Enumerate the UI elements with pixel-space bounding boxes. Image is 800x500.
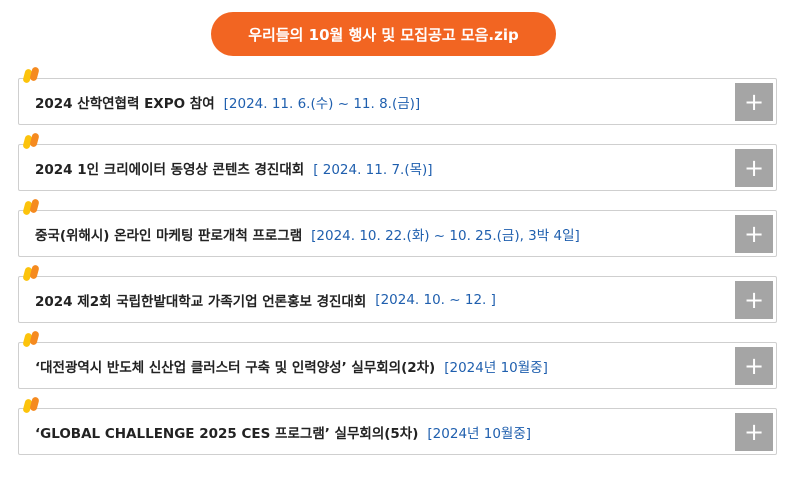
item-text: 2024 제2회 국립한밭대학교 가족기업 언론홍보 경진대회 [2024. 1… xyxy=(35,277,716,322)
item-date: [2024. 10. 22.(화) ~ 10. 25.(금), 3박 4일] xyxy=(311,227,580,244)
list-item[interactable]: 2024 산학연협력 EXPO 참여 [2024. 11. 6.(수) ~ 11… xyxy=(18,67,777,125)
list-item[interactable]: ‘GLOBAL CHALLENGE 2025 CES 프로그램’ 실무회의(5차… xyxy=(18,397,777,455)
announcement-list: 2024 산학연협력 EXPO 참여 [2024. 11. 6.(수) ~ 11… xyxy=(18,67,777,474)
item-title: 중국(위해시) 온라인 마케팅 판로개척 프로그램 xyxy=(35,227,303,244)
item-text: ‘대전광역시 반도체 신산업 클러스터 구축 및 인력양성’ 실무회의(2차) … xyxy=(35,343,716,388)
expand-button[interactable]: + xyxy=(735,281,773,319)
item-date: [2024. 11. 6.(수) ~ 11. 8.(금)] xyxy=(223,95,421,112)
item-date: [2024. 10. ~ 12. ] xyxy=(375,291,496,308)
expand-button[interactable]: + xyxy=(735,83,773,121)
expand-button[interactable]: + xyxy=(735,413,773,451)
item-date: [ 2024. 11. 7.(목)] xyxy=(313,161,433,178)
plus-icon: + xyxy=(743,286,765,314)
list-item[interactable]: ‘대전광역시 반도체 신산업 클러스터 구축 및 인력양성’ 실무회의(2차) … xyxy=(18,331,777,389)
expand-button[interactable]: + xyxy=(735,215,773,253)
item-text: 중국(위해시) 온라인 마케팅 판로개척 프로그램 [2024. 10. 22.… xyxy=(35,211,716,256)
list-item[interactable]: 중국(위해시) 온라인 마케팅 판로개척 프로그램 [2024. 10. 22.… xyxy=(18,199,777,257)
item-date: [2024년 10월중] xyxy=(427,425,532,442)
plus-icon: + xyxy=(743,352,765,380)
item-text: 2024 산학연협력 EXPO 참여 [2024. 11. 6.(수) ~ 11… xyxy=(35,79,716,124)
plus-icon: + xyxy=(743,220,765,248)
plus-icon: + xyxy=(743,88,765,116)
item-title: ‘GLOBAL CHALLENGE 2025 CES 프로그램’ 실무회의(5차… xyxy=(35,425,419,442)
expand-button[interactable]: + xyxy=(735,149,773,187)
expand-button[interactable]: + xyxy=(735,347,773,385)
plus-icon: + xyxy=(743,418,765,446)
item-date: [2024년 10월중] xyxy=(444,359,548,376)
item-title: ‘대전광역시 반도체 신산업 클러스터 구축 및 인력양성’ 실무회의(2차) xyxy=(35,359,436,376)
list-item[interactable]: 2024 제2회 국립한밭대학교 가족기업 언론홍보 경진대회 [2024. 1… xyxy=(18,265,777,323)
page-title: 우리들의 10월 행사 및 모집공고 모음.zip xyxy=(211,12,556,56)
item-title: 2024 산학연협력 EXPO 참여 xyxy=(35,95,215,112)
item-title: 2024 1인 크리에이터 동영상 콘텐츠 경진대회 xyxy=(35,161,305,178)
item-text: 2024 1인 크리에이터 동영상 콘텐츠 경진대회 [ 2024. 11. 7… xyxy=(35,145,716,190)
plus-icon: + xyxy=(743,154,765,182)
item-text: ‘GLOBAL CHALLENGE 2025 CES 프로그램’ 실무회의(5차… xyxy=(35,409,716,454)
list-item[interactable]: 2024 1인 크리에이터 동영상 콘텐츠 경진대회 [ 2024. 11. 7… xyxy=(18,133,777,191)
item-title: 2024 제2회 국립한밭대학교 가족기업 언론홍보 경진대회 xyxy=(35,293,367,310)
